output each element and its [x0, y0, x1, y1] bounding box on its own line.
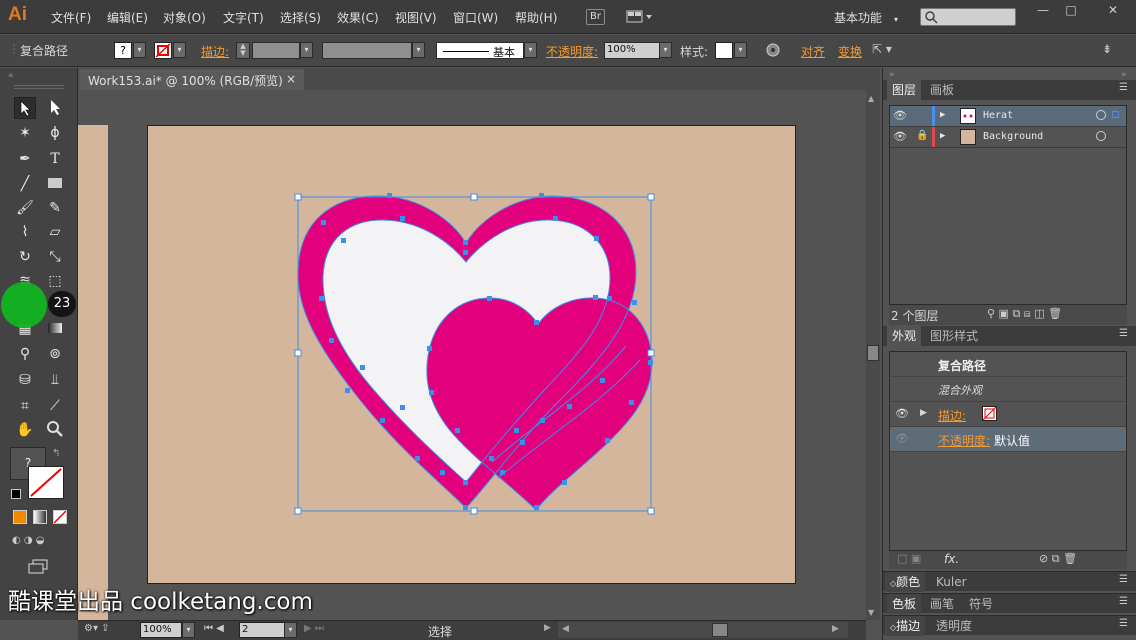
scroll-thumb[interactable]	[867, 345, 879, 361]
horizontal-scrollbar[interactable]: ◀ ▶	[558, 622, 848, 638]
scroll-left-icon[interactable]: ◀	[562, 624, 569, 634]
swatches-panel-menu-icon[interactable]: ☰	[1119, 596, 1128, 607]
tab-artboards[interactable]: 画板	[925, 80, 959, 100]
appearance-title: 复合路径	[938, 359, 987, 373]
layer-color-chip	[932, 106, 935, 126]
search-icon	[925, 11, 938, 24]
zoom-dropdown[interactable]: ▾	[182, 622, 195, 638]
appearance-opacity-value: 默认值	[994, 434, 1031, 448]
visibility-eye-icon[interactable]: 👁	[895, 432, 909, 445]
layers-footer: 2 个图层 ⚲ ▣ ⧉ ⧈ ◫ 🗑	[889, 305, 1127, 325]
appearance-mixed-row: 混合外观	[890, 377, 1126, 402]
artwork-layer	[294, 193, 655, 515]
layers-panel-tabs: 图层 画板 ☰	[883, 80, 1136, 100]
visibility-eye-icon[interactable]: 👁	[893, 130, 907, 143]
appearance-stroke-label[interactable]: 描边:	[938, 407, 966, 424]
no-stroke-swatch[interactable]	[982, 406, 997, 421]
target-icon[interactable]	[1096, 131, 1106, 141]
appearance-panel-menu-icon[interactable]: ☰	[1119, 328, 1128, 339]
tab-kuler[interactable]: Kuler	[931, 572, 972, 592]
appearance-stroke-row[interactable]: 👁 ▶ 描边:	[890, 402, 1126, 427]
tab-swatches[interactable]: 色板	[887, 594, 922, 614]
tab-appearance[interactable]: 外观	[887, 326, 922, 346]
add-stroke-icon[interactable]: □ ▣	[897, 552, 921, 565]
artboard-number-input[interactable]: 2	[239, 622, 285, 638]
target-icon[interactable]	[1096, 110, 1106, 120]
scroll-down-icon[interactable]: ▼	[868, 608, 874, 617]
tab-layers[interactable]: 图层	[887, 80, 922, 100]
right-panel-dock: » » 图层 画板 ☰ 👁 ▶ Herat 👁 🔒 ▶ Background 2…	[882, 68, 1136, 640]
appearance-panel-tabs: 外观 图形样式 ☰	[883, 326, 1136, 346]
fx-button[interactable]: fx.	[944, 552, 959, 566]
dock-expand-icon[interactable]: »	[1121, 70, 1127, 80]
tab-brushes[interactable]: 画笔	[925, 594, 959, 614]
appearance-list: 复合路径 混合外观 👁 ▶ 描边: 👁 不透明度: 默认值	[889, 351, 1127, 551]
layer-name[interactable]: Herat	[983, 110, 1013, 121]
appearance-title-row: 复合路径	[890, 352, 1126, 377]
status-bar: ⚙▾ ⇪ 100% ▾ ⏮ ◀ 2 ▾ ▶ ⏭ 选择 ▶ ◀ ▶	[78, 620, 866, 640]
scroll-right-icon[interactable]: ▶	[832, 624, 839, 634]
appearance-opacity-row[interactable]: 👁 不透明度: 默认值	[890, 427, 1126, 452]
status-icons[interactable]: ⚙▾ ⇪	[84, 623, 110, 634]
stroke-panel-menu-icon[interactable]: ☰	[1119, 618, 1128, 629]
dock-collapse-icon[interactable]: »	[889, 70, 895, 80]
close-window-button[interactable]: ✕	[1090, 0, 1136, 20]
next-artboard-icon[interactable]: ▶ ⏭	[304, 623, 324, 634]
maximize-button[interactable]: □	[1054, 0, 1088, 20]
zoom-input[interactable]: 100%	[140, 622, 182, 638]
appearance-footer-icons[interactable]: ⊘ ⧉ 🗑	[1039, 552, 1077, 566]
visibility-eye-icon[interactable]: 👁	[893, 109, 907, 122]
expand-arrow-icon[interactable]: ▶	[940, 131, 945, 141]
layer-row-background[interactable]: 👁 🔒 ▶ Background	[890, 127, 1126, 148]
current-tool-label: 选择	[428, 625, 453, 639]
panel-menu-icon[interactable]: ⇟	[1102, 42, 1112, 56]
layers-panel-menu-icon[interactable]: ☰	[1119, 82, 1128, 93]
layer-row-herat[interactable]: 👁 ▶ Herat	[890, 106, 1126, 127]
selected-art-indicator[interactable]	[1112, 111, 1119, 118]
first-artboard-icon[interactable]: ⏮ ◀	[204, 623, 224, 634]
help-search-input[interactable]	[920, 8, 1016, 26]
tab-transparency[interactable]: 透明度	[931, 616, 977, 636]
artboard-dropdown[interactable]: ▾	[284, 622, 297, 638]
watermark: 酷课堂出品 coolketang.com	[8, 589, 313, 615]
swatches-panel-group: 色板 画笔 符号 ☰	[883, 593, 1136, 614]
layer-color-chip	[932, 127, 935, 147]
tab-stroke[interactable]: ◇描边	[885, 616, 926, 636]
mixed-appearance-label: 混合外观	[938, 384, 982, 397]
layer-thumbnail	[960, 129, 976, 145]
appearance-opacity-label[interactable]: 不透明度:	[938, 432, 990, 449]
tab-color[interactable]: ◇颜色	[885, 572, 926, 592]
lock-icon[interactable]: 🔒	[916, 130, 928, 141]
status-menu-icon[interactable]: ▶	[544, 623, 551, 633]
tab-graphic-styles[interactable]: 图形样式	[925, 326, 983, 346]
layer-thumbnail	[960, 108, 976, 124]
stroke-panel-group: ◇描边 透明度 ☰	[883, 615, 1136, 636]
layers-footer-icons[interactable]: ⚲ ▣ ⧉ ⧈ ◫ 🗑	[987, 307, 1062, 321]
expand-arrow-icon[interactable]: ▶	[940, 110, 945, 120]
color-panel-menu-icon[interactable]: ☰	[1119, 574, 1128, 585]
scroll-up-icon[interactable]: ▲	[868, 94, 874, 103]
chevron-down-icon: ▾	[894, 15, 899, 24]
layer-name[interactable]: Background	[983, 131, 1043, 142]
expand-arrow-icon[interactable]: ▶	[920, 408, 927, 418]
appearance-footer: □ ▣ fx. ⊘ ⧉ 🗑	[889, 551, 1127, 569]
hscroll-thumb[interactable]	[712, 623, 728, 637]
tab-symbols[interactable]: 符号	[964, 594, 998, 614]
layer-count: 2 个图层	[891, 309, 939, 323]
color-panel-group: ◇颜色 Kuler ☰	[883, 571, 1136, 592]
visibility-eye-icon[interactable]: 👁	[895, 407, 909, 420]
layers-list: 👁 ▶ Herat 👁 🔒 ▶ Background	[889, 105, 1127, 305]
vertical-scrollbar[interactable]: ▲ ▼	[866, 90, 880, 620]
